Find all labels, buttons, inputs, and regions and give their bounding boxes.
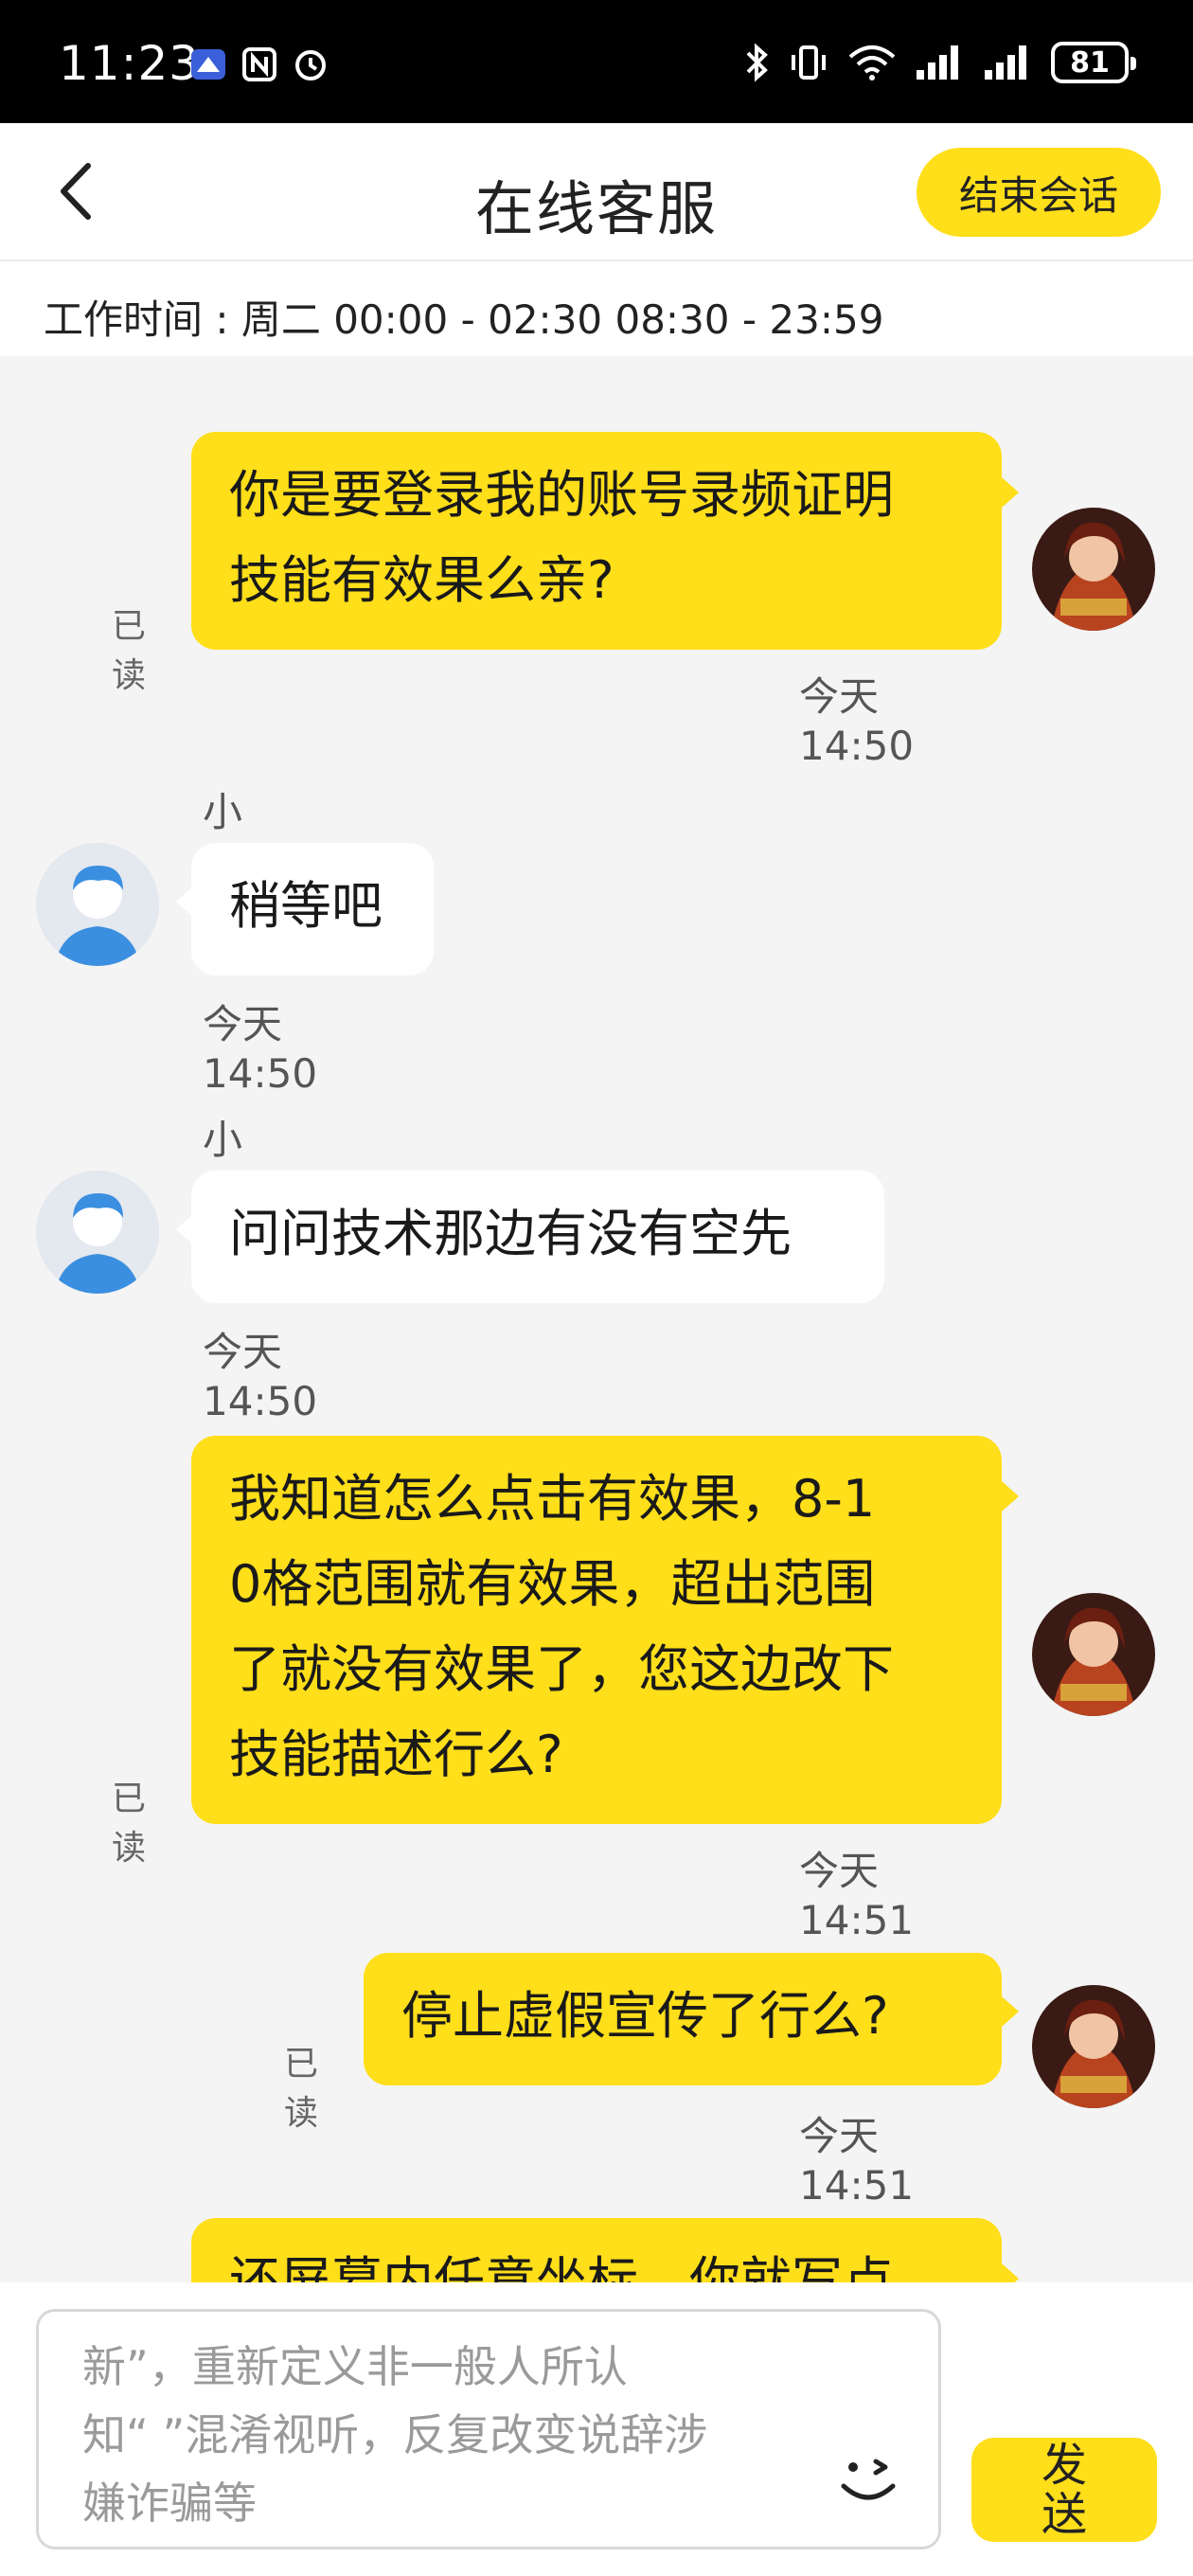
input-text-line: 嫌诈骗等 <box>82 2478 257 2529</box>
message-text-line: 你是要登录我的账号录频证明 <box>229 465 894 525</box>
message-text-line: 问问技术那边有没有空先 <box>229 1204 792 1263</box>
message-text-line: 0格范围就有效果，超出范围 <box>229 1554 876 1614</box>
message-bubble[interactable]: 你是要登录我的账号录频证明 技能有效果么亲? <box>191 432 1002 650</box>
alarm-icon <box>292 45 329 83</box>
app-notification-icon <box>189 45 227 83</box>
user-avatar[interactable] <box>1032 508 1155 631</box>
message-input-text: 新”，重新定义非一般人所认 知“ ”混淆视听，反复改变说辞涉 嫌诈骗等 <box>82 2333 840 2537</box>
message-bubble[interactable]: 稍等吧 <box>191 843 434 975</box>
bubble-tail <box>176 1214 193 1244</box>
message-timestamp: 今天 14:50 <box>203 1001 318 1097</box>
read-receipt: 已读 <box>112 607 147 695</box>
input-text-line: 知“ ”混淆视听，反复改变说辞涉 <box>82 2409 708 2460</box>
work-hours-text: 工作时间 : 周二 00:00 - 02:30 08:30 - 23:59 <box>44 296 884 343</box>
bubble-tail <box>1002 477 1019 508</box>
message-timestamp: 今天 14:50 <box>203 1329 318 1424</box>
bubble-tail <box>1002 1996 1019 2027</box>
vibrate-icon <box>792 45 826 80</box>
wifi-icon <box>848 45 896 80</box>
message-text-line: 停止虚假宣传了行么? <box>401 1986 889 2046</box>
signal-icon <box>917 45 958 80</box>
chat-message-list[interactable]: 你是要登录我的账号录频证明 技能有效果么亲? 已读 今天 14:50 小萱 稍等… <box>0 356 1193 2282</box>
status-left-icons <box>189 45 329 83</box>
user-avatar[interactable] <box>1032 1985 1155 2108</box>
signal-icon <box>985 45 1026 80</box>
message-text-line: 了就没有效果了，您这边改下 <box>229 1639 894 1699</box>
message-timestamp: 今天 14:51 <box>799 1848 915 1943</box>
emoji-icon <box>841 2459 896 2500</box>
nfc-icon <box>240 45 278 83</box>
end-session-button[interactable]: 结束会话 <box>917 148 1161 237</box>
bubble-tail <box>1002 1481 1019 1512</box>
chat-header: 在线客服 结束会话 <box>0 123 1193 261</box>
message-timestamp: 今天 14:51 <box>799 2113 915 2209</box>
message-text-line: 技能描述行么? <box>229 1725 563 1784</box>
message-timestamp: 今天 14:50 <box>799 673 915 769</box>
message-bubble[interactable]: 问问技术那边有没有空先 <box>191 1171 884 1303</box>
battery-indicator: 81 <box>1051 42 1136 83</box>
status-time: 11:23 <box>59 36 201 91</box>
message-text-line: 稍等吧 <box>229 876 383 936</box>
input-text-line: 新”，重新定义非一般人所认 <box>82 2341 628 2392</box>
message-text-line: 技能有效果么亲? <box>229 550 614 610</box>
work-hours-banner: 工作时间 : 周二 00:00 - 02:30 08:30 - 23:59 <box>0 261 1193 356</box>
message-text-line: 还屏幕内任意坐标，你就写点 <box>229 2251 894 2282</box>
read-receipt: 已读 <box>112 1780 147 1868</box>
bluetooth-icon <box>746 43 768 82</box>
send-button[interactable]: 发 送 <box>971 2438 1157 2542</box>
status-right-icons: 81 <box>742 42 1136 83</box>
message-text-line: 我知道怎么点击有效果，8-1 <box>229 1469 876 1529</box>
read-receipt: 已读 <box>284 2045 319 2133</box>
send-label: 发 <box>1041 2439 1087 2492</box>
message-bubble[interactable]: 停止虚假宣传了行么? <box>364 1953 1002 2085</box>
emoji-button[interactable] <box>830 2439 906 2514</box>
bubble-tail <box>176 886 193 917</box>
message-bubble[interactable]: 还屏幕内任意坐标，你就写点 <box>191 2218 1002 2282</box>
user-avatar[interactable] <box>1032 1593 1155 1716</box>
message-input[interactable]: 新”，重新定义非一般人所认 知“ ”混淆视听，反复改变说辞涉 嫌诈骗等 <box>36 2309 941 2549</box>
status-bar: 11:23 81 <box>0 0 1193 123</box>
send-label: 送 <box>1041 2488 1087 2541</box>
agent-avatar[interactable] <box>36 1171 159 1294</box>
message-input-bar: 新”，重新定义非一般人所认 知“ ”混淆视听，反复改变说辞涉 嫌诈骗等 发 送 <box>0 2282 1193 2576</box>
agent-avatar[interactable] <box>36 843 159 966</box>
bubble-tail <box>1002 2263 1019 2282</box>
message-bubble[interactable]: 我知道怎么点击有效果，8-1 0格范围就有效果，超出范围 了就没有效果了，您这边… <box>191 1436 1002 1824</box>
